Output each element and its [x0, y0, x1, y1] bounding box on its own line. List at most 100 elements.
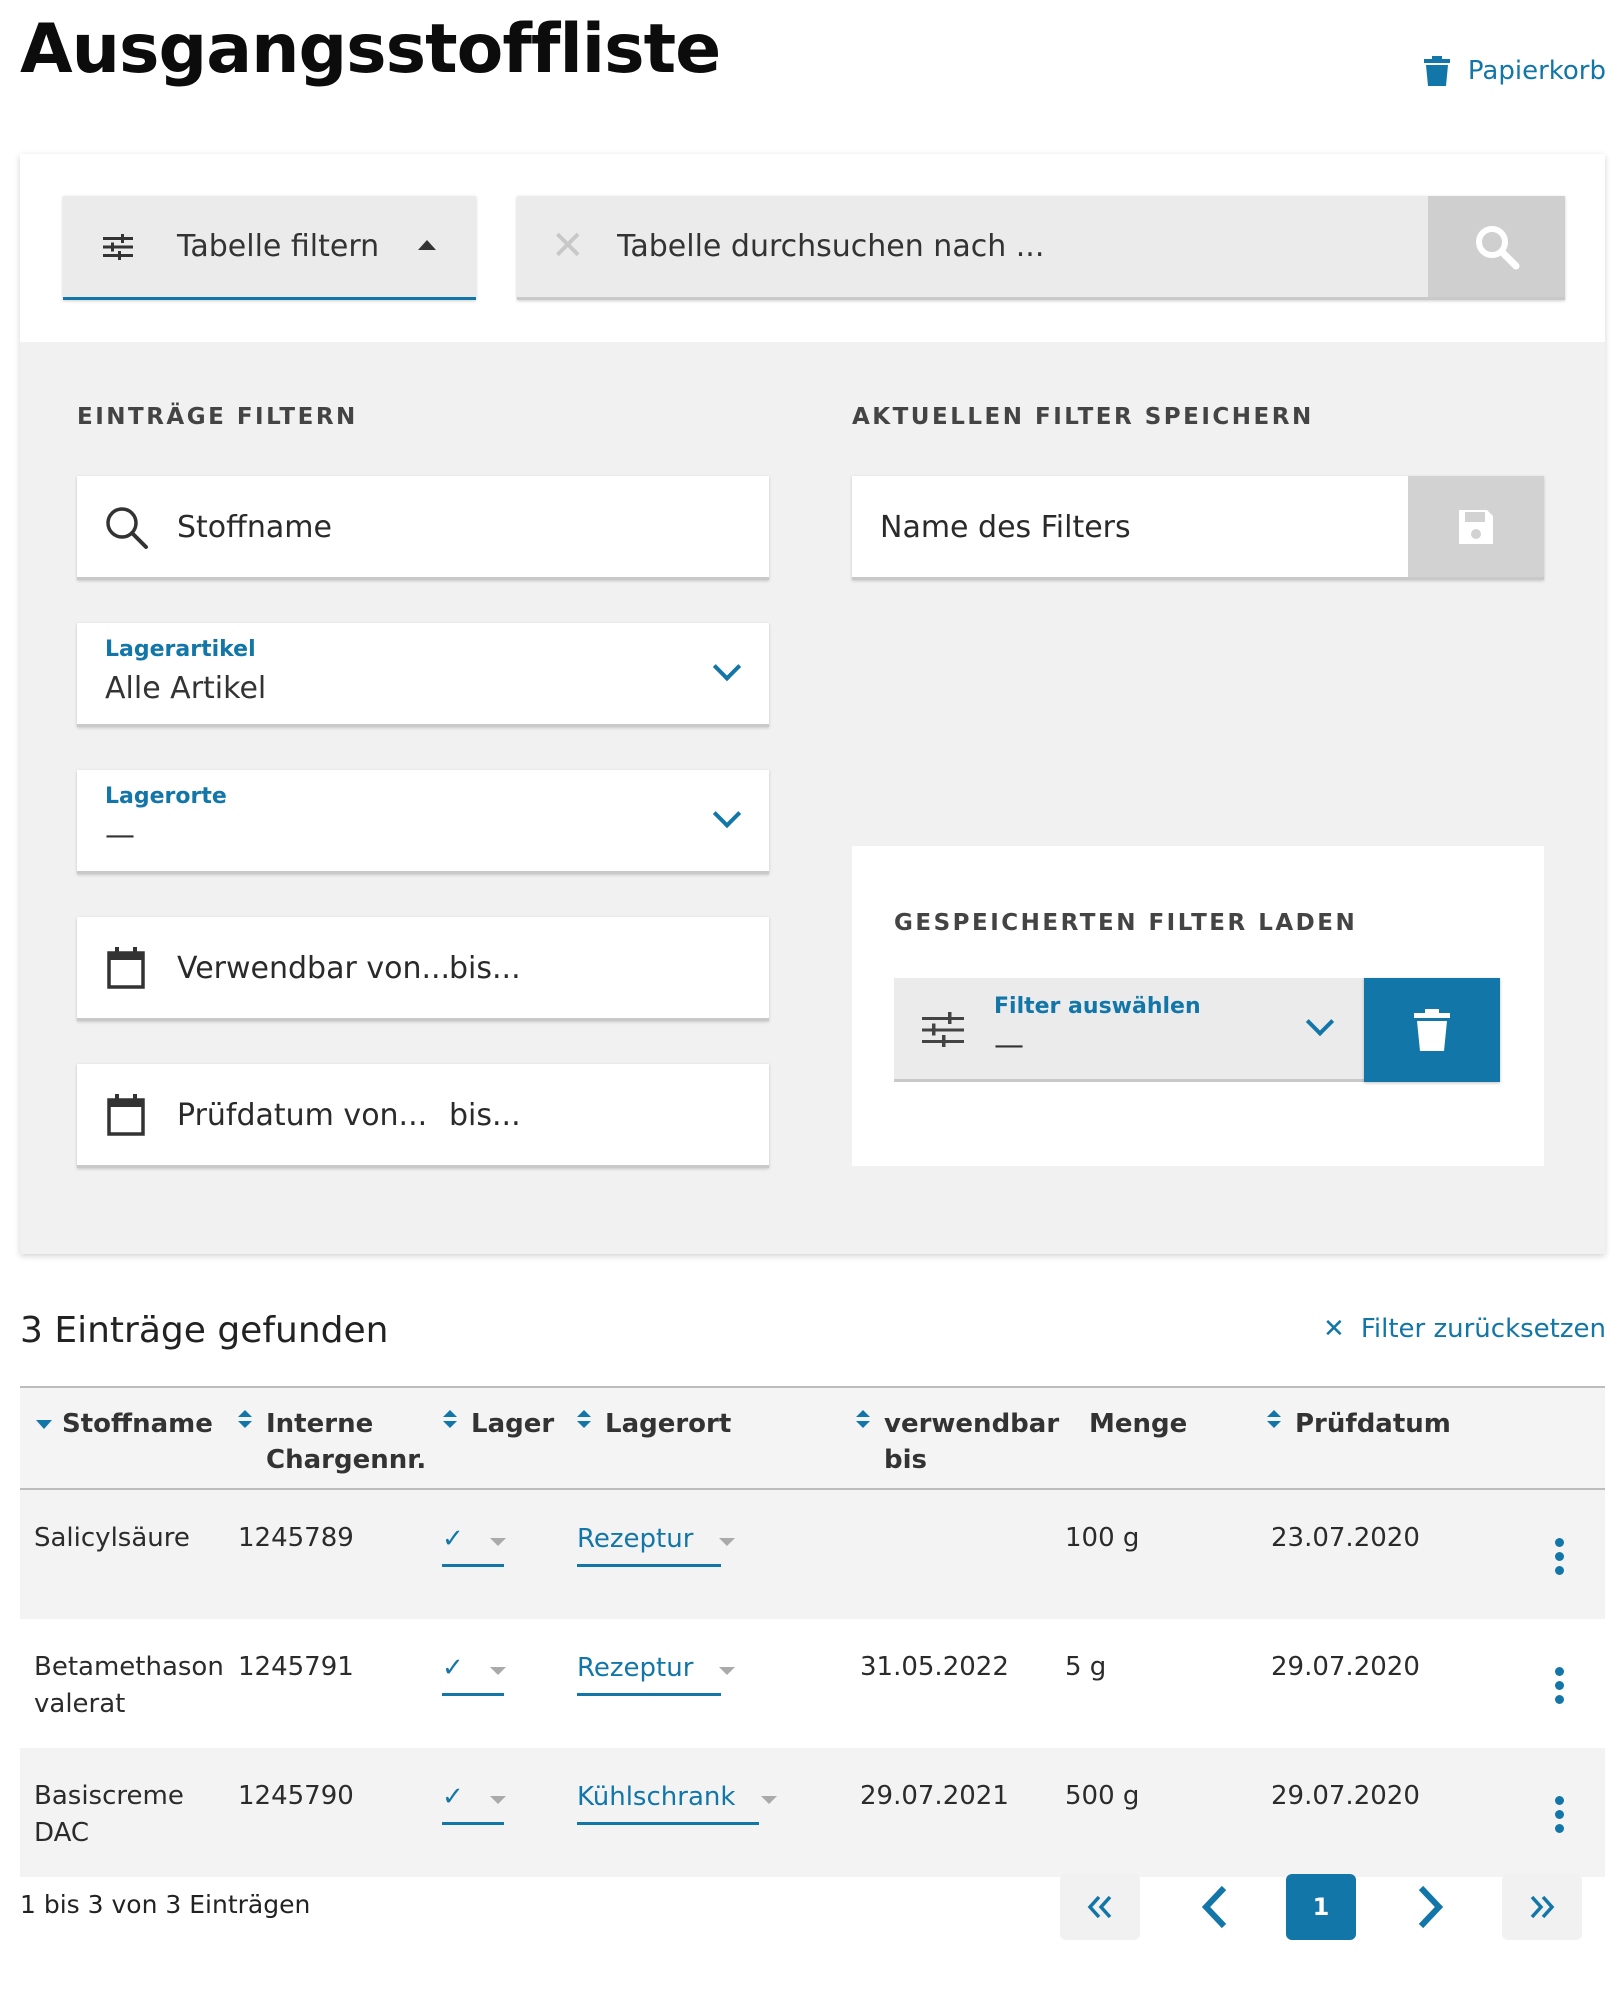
filter-name-field[interactable]: Name des Filters: [852, 476, 1544, 580]
column-header-batch[interactable]: Interne Chargennr.: [238, 1406, 426, 1478]
sort-icon: [856, 1410, 870, 1428]
more-vertical-icon[interactable]: [1555, 1538, 1565, 1580]
location-select[interactable]: Rezeptur: [577, 1653, 736, 1696]
cell-test-date: 23.07.2020: [1271, 1523, 1420, 1553]
sort-icon: [443, 1410, 457, 1428]
sort-icon: [238, 1410, 252, 1428]
delete-filter-button[interactable]: [1364, 978, 1500, 1082]
stock-item-label: Lagerartikel: [105, 637, 256, 662]
page-1-button[interactable]: 1: [1286, 1874, 1356, 1940]
column-header-location[interactable]: Lagerort: [577, 1406, 731, 1442]
sliders-icon: [103, 233, 133, 260]
caret-down-icon: [719, 1667, 736, 1675]
location-select[interactable]: Kühlschrank: [577, 1782, 778, 1825]
first-page-button[interactable]: [1060, 1874, 1140, 1940]
cell-name: Betamethason valerat: [34, 1652, 224, 1719]
substance-table: Stoffname Interne Chargennr. Lager Lager…: [20, 1386, 1605, 1877]
filter-toggle-button[interactable]: Tabelle filtern: [63, 196, 476, 300]
cell-usable: 31.05.2022: [860, 1652, 1009, 1682]
last-page-button[interactable]: [1502, 1874, 1582, 1940]
substance-name-placeholder: Stoffname: [177, 510, 332, 545]
storage-locations-select[interactable]: Lagerorte —: [77, 770, 769, 874]
test-date-from[interactable]: Prüfdatum von...: [177, 1098, 427, 1133]
caret-down-icon: [761, 1796, 778, 1804]
cell-amount: 5 g: [1065, 1652, 1107, 1682]
filter-toolbar: Tabelle filtern ✕: [20, 154, 1605, 342]
search-button[interactable]: [1428, 196, 1565, 297]
cell-name: Basiscreme DAC: [34, 1781, 184, 1848]
caret-down-icon: [719, 1538, 736, 1546]
load-filter-panel: GESPEICHERTEN FILTER LADEN Filter auswäh…: [852, 846, 1544, 1166]
usable-date-range[interactable]: Verwendbar von... bis...: [77, 917, 769, 1021]
cell-test-date: 29.07.2020: [1271, 1781, 1420, 1811]
cell-name: Salicylsäure: [34, 1523, 190, 1553]
table-header: Stoffname Interne Chargennr. Lager Lager…: [20, 1386, 1605, 1490]
saved-filter-label: Filter auswählen: [994, 994, 1201, 1019]
usable-from[interactable]: Verwendbar von...: [177, 951, 450, 986]
location-select[interactable]: Rezeptur: [577, 1524, 736, 1567]
caret-down-icon: [489, 1796, 506, 1804]
reset-filter-link[interactable]: ✕ Filter zurücksetzen: [1323, 1314, 1606, 1344]
pagination-info: 1 bis 3 von 3 Einträgen: [20, 1890, 311, 1919]
calendar-icon: [107, 947, 145, 989]
usable-to[interactable]: bis...: [449, 951, 521, 986]
table-search: ✕: [517, 196, 1565, 300]
caret-down-icon: [489, 1667, 506, 1675]
reset-filter-label: Filter zurücksetzen: [1360, 1314, 1606, 1344]
table-row[interactable]: Salicylsäure 1245789 ✓ Rezeptur 100 g 23…: [20, 1490, 1605, 1619]
sort-icon: [1267, 1410, 1281, 1428]
next-page-button[interactable]: [1390, 1874, 1470, 1940]
caret-down-icon: [489, 1538, 506, 1546]
search-icon: [106, 507, 148, 549]
chevron-down-icon: [1305, 1007, 1335, 1037]
stock-select[interactable]: ✓: [442, 1524, 506, 1567]
calendar-icon: [107, 1094, 145, 1136]
column-header-amount: Menge: [1089, 1409, 1188, 1439]
clear-icon[interactable]: ✕: [551, 226, 585, 266]
trash-link[interactable]: Papierkorb: [1423, 56, 1606, 86]
substance-name-field[interactable]: Stoffname: [77, 476, 769, 580]
table-row[interactable]: Basiscreme DAC 1245790 ✓ Kühlschrank 29.0…: [20, 1748, 1605, 1877]
floppy-disk-icon: [1459, 509, 1493, 544]
cell-test-date: 29.07.2020: [1271, 1652, 1420, 1682]
stock-select[interactable]: ✓: [442, 1653, 506, 1696]
caret-up-icon: [418, 240, 436, 250]
table-row[interactable]: Betamethason valerat 1245791 ✓ Rezeptur 3…: [20, 1619, 1605, 1748]
storage-locations-value: —: [105, 818, 135, 853]
cell-amount: 500 g: [1065, 1781, 1140, 1811]
previous-page-button[interactable]: [1175, 1874, 1255, 1940]
filter-name-placeholder: Name des Filters: [880, 510, 1131, 545]
cell-amount: 100 g: [1065, 1523, 1140, 1553]
saved-filter-value: —: [994, 1028, 1024, 1063]
trash-icon: [1423, 56, 1450, 86]
storage-locations-label: Lagerorte: [105, 784, 227, 809]
column-header-stock[interactable]: Lager: [443, 1406, 554, 1442]
sort-icon: [577, 1410, 591, 1428]
filter-entries-heading: EINTRÄGE FILTERN: [77, 404, 358, 430]
stock-select[interactable]: ✓: [442, 1782, 506, 1825]
trash-icon: [1414, 1009, 1450, 1051]
test-date-range[interactable]: Prüfdatum von... bis...: [77, 1064, 769, 1168]
save-filter-heading: AKTUELLEN FILTER SPEICHERN: [852, 404, 1314, 430]
check-icon: ✓: [442, 1653, 464, 1683]
check-icon: ✓: [442, 1524, 464, 1554]
double-chevron-left-icon: [1087, 1895, 1112, 1919]
column-header-usable[interactable]: verwendbar bis: [856, 1406, 1059, 1478]
saved-filter-select[interactable]: Filter auswählen —: [894, 978, 1364, 1082]
chevron-left-icon: [1201, 1885, 1227, 1929]
load-filter-heading: GESPEICHERTEN FILTER LADEN: [894, 910, 1358, 936]
check-icon: ✓: [442, 1782, 464, 1812]
chevron-down-icon: [712, 652, 742, 682]
table-search-input[interactable]: [617, 196, 1417, 297]
chevron-down-icon: [712, 799, 742, 829]
column-header-test-date[interactable]: Prüfdatum: [1267, 1406, 1451, 1442]
stock-item-select[interactable]: Lagerartikel Alle Artikel: [77, 623, 769, 727]
cell-usable: 29.07.2021: [860, 1781, 1009, 1811]
column-header-name[interactable]: Stoffname: [36, 1406, 213, 1442]
more-vertical-icon[interactable]: [1555, 1667, 1565, 1709]
page-title: Ausgangsstoffliste: [20, 10, 721, 89]
more-vertical-icon[interactable]: [1555, 1796, 1565, 1838]
results-count: 3 Einträge gefunden: [20, 1310, 389, 1351]
test-date-to[interactable]: bis...: [449, 1098, 521, 1133]
save-filter-button[interactable]: [1408, 476, 1544, 577]
